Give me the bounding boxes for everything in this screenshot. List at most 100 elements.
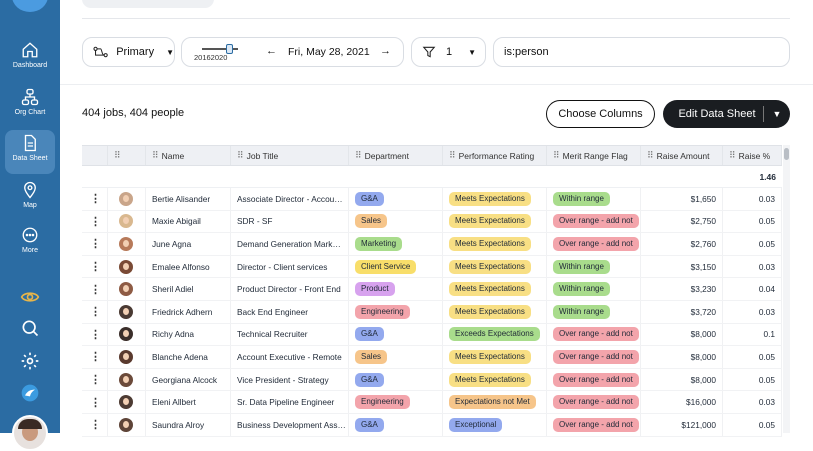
avatar[interactable] bbox=[119, 191, 133, 206]
performance-cell[interactable]: Meets Expectations bbox=[443, 188, 547, 210]
department-cell[interactable]: G&A bbox=[349, 413, 443, 436]
table-row[interactable]: ⋮ Bertie Alisander Associate Director - Ac… bbox=[82, 188, 782, 211]
merit-cell[interactable]: Over range - add not bbox=[547, 391, 641, 413]
row-menu-icon[interactable]: ⋮ bbox=[82, 255, 108, 278]
job-title-cell[interactable]: SDR - SF bbox=[231, 210, 349, 233]
performance-cell[interactable]: Meets Expectations bbox=[443, 300, 547, 323]
search-query-input[interactable]: is:person bbox=[493, 37, 790, 67]
table-row[interactable]: ⋮ Blanche Adena Account Executive - Remote… bbox=[82, 346, 782, 369]
caret-down-icon[interactable]: ▼ bbox=[764, 109, 790, 119]
merit-cell[interactable]: Within range bbox=[547, 188, 641, 210]
drag-handle-icon[interactable]: ⠿ bbox=[152, 150, 159, 161]
department-cell[interactable]: G&A bbox=[349, 368, 443, 391]
header-department[interactable]: ⠿ Department bbox=[349, 146, 443, 165]
view-selector[interactable]: Primary ▼ bbox=[82, 37, 175, 67]
drag-handle-icon[interactable]: ⠿ bbox=[355, 150, 362, 161]
table-row[interactable]: ⋮ Eleni Allbert Sr. Data Pipeline Engineer… bbox=[82, 391, 782, 414]
avatar[interactable] bbox=[119, 214, 133, 229]
raise-amount-cell[interactable]: $8,000 bbox=[641, 346, 723, 368]
performance-cell[interactable]: Meets Expectations bbox=[443, 233, 547, 255]
sidebar-item-map[interactable]: Map bbox=[5, 177, 55, 221]
header-performance-rating[interactable]: ⠿ Performance Rating bbox=[443, 146, 547, 165]
performance-cell[interactable]: Meets Expectations bbox=[443, 255, 547, 278]
name-cell[interactable]: Saundra Alroy bbox=[146, 413, 231, 436]
raise-amount-cell[interactable]: $3,150 bbox=[641, 255, 723, 278]
arrow-left-icon[interactable]: ← bbox=[266, 45, 277, 57]
name-cell[interactable]: Friedrick Adhern bbox=[146, 300, 231, 323]
raise-pct-cell[interactable]: 0.03 bbox=[723, 300, 782, 323]
table-row[interactable]: ⋮ Friedrick Adhern Back End Engineer Engine… bbox=[82, 300, 782, 324]
row-menu-icon[interactable]: ⋮ bbox=[82, 210, 108, 233]
name-cell[interactable]: Sheril Adiel bbox=[146, 278, 231, 300]
performance-cell[interactable]: Meets Expectations bbox=[443, 346, 547, 368]
header-merit-range-flag[interactable]: ⠿ Merit Range Flag bbox=[547, 146, 641, 165]
name-cell[interactable]: Eleni Allbert bbox=[146, 391, 231, 413]
merit-cell[interactable]: Over range - add not bbox=[547, 368, 641, 391]
department-cell[interactable]: Engineering bbox=[349, 391, 443, 413]
row-menu-icon[interactable]: ⋮ bbox=[82, 413, 108, 436]
table-row[interactable]: ⋮ Emalee Alfonso Director - Client service… bbox=[82, 255, 782, 279]
avatar[interactable] bbox=[119, 417, 133, 432]
raise-amount-cell[interactable]: $1,650 bbox=[641, 188, 723, 210]
merit-cell[interactable]: Over range - add not bbox=[547, 346, 641, 368]
merit-cell[interactable]: Within range bbox=[547, 255, 641, 278]
date-label[interactable]: Fri, May 28, 2021 bbox=[288, 46, 370, 58]
performance-cell[interactable]: Meets Expectations bbox=[443, 278, 547, 300]
raise-pct-cell[interactable]: 0.03 bbox=[723, 391, 782, 413]
header-cell[interactable]: ⠿ bbox=[108, 146, 146, 165]
avatar[interactable] bbox=[119, 349, 133, 364]
job-title-cell[interactable]: Back End Engineer bbox=[231, 300, 349, 323]
raise-pct-cell[interactable]: 0.05 bbox=[723, 413, 782, 436]
performance-cell[interactable]: Meets Expectations bbox=[443, 368, 547, 391]
logo-icon[interactable] bbox=[20, 383, 40, 403]
job-title-cell[interactable]: Business Development Ass… bbox=[231, 413, 349, 436]
raise-amount-cell[interactable]: $2,760 bbox=[641, 233, 723, 255]
row-menu-icon[interactable]: ⋮ bbox=[82, 278, 108, 300]
raise-pct-cell[interactable]: 0.03 bbox=[723, 188, 782, 210]
scrollbar-thumb[interactable] bbox=[784, 148, 789, 160]
name-cell[interactable]: Georgiana Alcock bbox=[146, 368, 231, 391]
job-title-cell[interactable]: Sr. Data Pipeline Engineer bbox=[231, 391, 349, 413]
department-cell[interactable]: Engineering bbox=[349, 300, 443, 323]
header-raise-pct[interactable]: ⠿ Raise % bbox=[723, 146, 782, 165]
performance-cell[interactable]: Exceptional bbox=[443, 413, 547, 436]
department-cell[interactable]: Marketing bbox=[349, 233, 443, 255]
job-title-cell[interactable]: Technical Recruiter bbox=[231, 323, 349, 346]
raise-pct-cell[interactable]: 0.05 bbox=[723, 210, 782, 233]
raise-amount-cell[interactable]: $8,000 bbox=[641, 323, 723, 346]
job-title-cell[interactable]: Vice President - Strategy bbox=[231, 368, 349, 391]
name-cell[interactable]: Richy Adna bbox=[146, 323, 231, 346]
raise-pct-cell[interactable]: 0.03 bbox=[723, 255, 782, 278]
table-row[interactable]: ⋮ Saundra Alroy Business Development Ass… G… bbox=[82, 413, 782, 437]
header-raise-amount[interactable]: ⠿ Raise Amount bbox=[641, 146, 723, 165]
job-title-cell[interactable]: Associate Director - Accou… bbox=[231, 188, 349, 210]
header-name[interactable]: ⠿ Name bbox=[146, 146, 231, 165]
vertical-scrollbar[interactable] bbox=[783, 145, 790, 433]
avatar[interactable] bbox=[119, 236, 133, 251]
name-cell[interactable]: Bertie Alisander bbox=[146, 188, 231, 210]
department-cell[interactable]: Client Service bbox=[349, 255, 443, 278]
filter-selector[interactable]: 1 ▼ bbox=[411, 37, 486, 67]
department-cell[interactable]: Sales bbox=[349, 346, 443, 368]
raise-amount-cell[interactable]: $3,230 bbox=[641, 278, 723, 300]
table-row[interactable]: ⋮ Richy Adna Technical Recruiter G&A Exceeds… bbox=[82, 323, 782, 347]
raise-pct-cell[interactable]: 0.04 bbox=[723, 278, 782, 300]
job-title-cell[interactable]: Account Executive - Remote bbox=[231, 346, 349, 368]
avatar[interactable] bbox=[119, 395, 133, 410]
avatar[interactable] bbox=[119, 304, 133, 319]
drag-handle-icon[interactable]: ⠿ bbox=[729, 150, 736, 161]
raise-amount-cell[interactable]: $121,000 bbox=[641, 413, 723, 436]
avatar[interactable] bbox=[119, 259, 133, 274]
department-cell[interactable]: G&A bbox=[349, 323, 443, 346]
sidebar-item-dashboard[interactable]: Dashboard bbox=[5, 37, 55, 81]
merit-cell[interactable]: Within range bbox=[547, 300, 641, 323]
row-menu-icon[interactable]: ⋮ bbox=[82, 368, 108, 391]
choose-columns-button[interactable]: Choose Columns bbox=[546, 100, 655, 128]
table-row[interactable]: ⋮ June Agna Demand Generation Mark… Marketi… bbox=[82, 233, 782, 256]
raise-amount-cell[interactable]: $2,750 bbox=[641, 210, 723, 233]
performance-cell[interactable]: Exceeds Expectations bbox=[443, 323, 547, 346]
job-title-cell[interactable]: Director - Client services bbox=[231, 255, 349, 278]
edit-data-sheet-button[interactable]: Edit Data Sheet ▼ bbox=[663, 100, 790, 128]
table-row[interactable]: ⋮ Maxie Abigail SDR - SF Sales Meets Expecta… bbox=[82, 210, 782, 234]
row-menu-icon[interactable]: ⋮ bbox=[82, 300, 108, 323]
